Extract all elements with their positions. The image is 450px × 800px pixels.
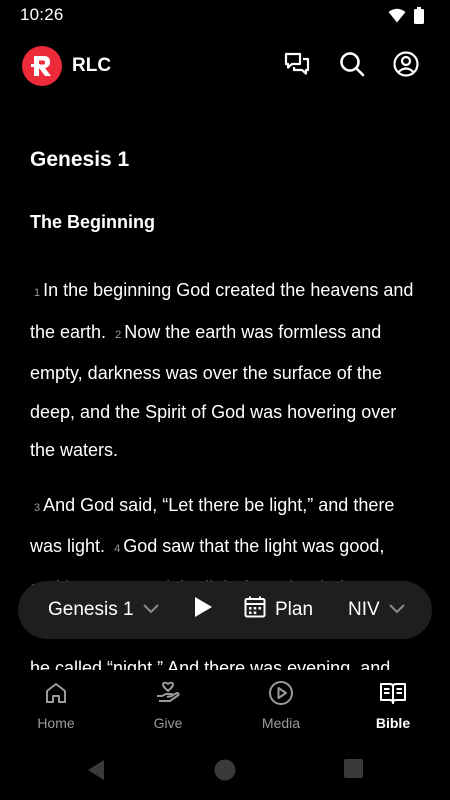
calendar-icon (243, 595, 267, 625)
home-circle-icon[interactable] (214, 759, 236, 786)
account-button[interactable] (390, 50, 422, 82)
chevron-down-icon (388, 599, 406, 621)
status-bar: 10:26 (0, 0, 450, 30)
battery-icon (414, 7, 424, 29)
search-icon (338, 50, 366, 83)
version-label: NIV (348, 599, 380, 620)
status-icons (388, 7, 424, 29)
bible-icon (379, 680, 407, 711)
nav-item-media[interactable]: Media (231, 680, 331, 736)
verse-number: 4 (114, 543, 121, 555)
app-name: RLC (72, 55, 112, 76)
verse-text[interactable]: Now the earth was formless and empty, da… (30, 322, 396, 461)
app-header: RLC (0, 40, 450, 92)
search-button[interactable] (336, 50, 368, 82)
back-icon[interactable] (86, 759, 106, 786)
play-audio-button[interactable] (192, 581, 214, 639)
chevron-down-icon (142, 599, 160, 621)
nav-label: Home (37, 715, 75, 731)
play-circle-icon (268, 680, 294, 711)
rlc-logo-icon (22, 46, 62, 86)
recents-icon[interactable] (344, 759, 363, 783)
chapter-selector[interactable]: Genesis 1 (48, 581, 160, 639)
account-circle-icon (392, 50, 420, 83)
chapter-selector-label: Genesis 1 (48, 599, 134, 620)
verse-number: 2 (115, 328, 122, 341)
paragraph: 3 And God said, “Let there be light,” and… (30, 486, 415, 671)
bottom-nav: Home Give Media Bible (0, 670, 450, 740)
verse-number: 1 (34, 287, 41, 299)
nav-label: Give (153, 715, 183, 731)
paragraph: 1 In the beginning God created the heaven… (30, 271, 415, 470)
nav-item-give[interactable]: Give (118, 680, 218, 736)
give-icon (155, 680, 181, 711)
nav-label: Bible (375, 715, 411, 731)
version-selector[interactable]: NIV (348, 581, 406, 639)
plan-button[interactable]: Plan (243, 581, 313, 639)
nav-label: Media (261, 715, 301, 731)
system-nav-bar (0, 740, 450, 800)
status-time: 10:26 (20, 5, 64, 24)
chat-icon (283, 50, 311, 83)
nav-item-home[interactable]: Home (6, 680, 106, 736)
play-icon (192, 595, 214, 625)
messages-button[interactable] (281, 50, 313, 82)
home-icon (43, 680, 69, 711)
nav-item-bible[interactable]: Bible (343, 680, 443, 736)
brand[interactable]: RLC (22, 46, 111, 86)
chapter-title: Genesis 1 (30, 148, 130, 171)
reader-bar: Genesis 1 Plan NIV (18, 581, 432, 639)
verse-number: 3 (34, 501, 41, 514)
section-title: The Beginning (30, 212, 155, 232)
wifi-icon (388, 8, 406, 28)
plan-label: Plan (275, 599, 314, 620)
